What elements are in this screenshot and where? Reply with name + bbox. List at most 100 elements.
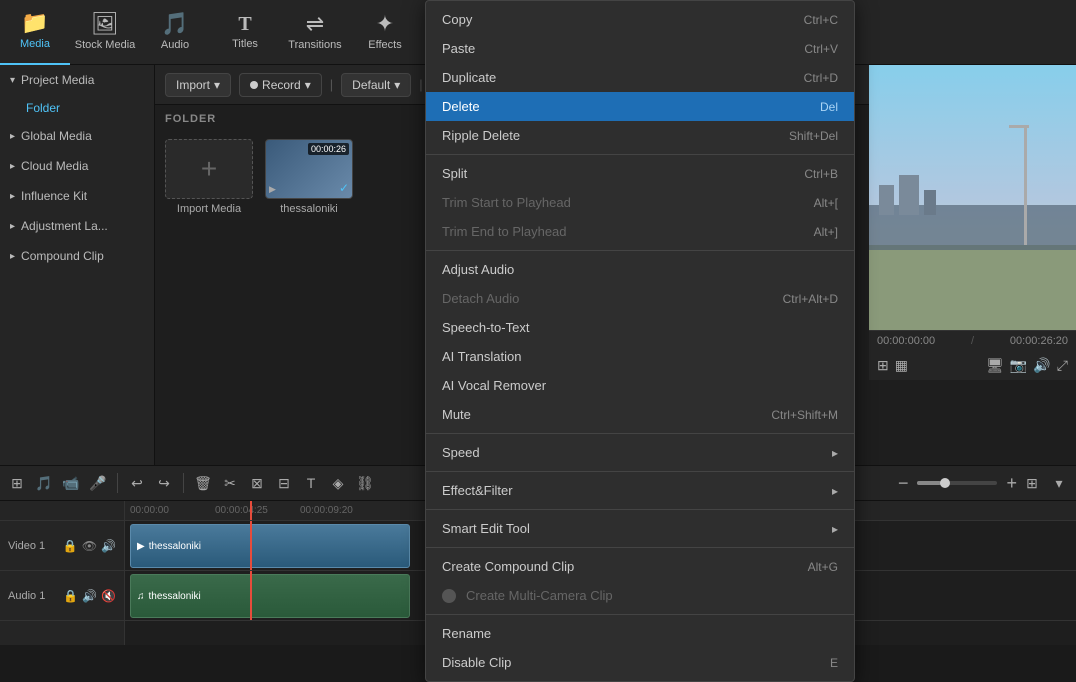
create-compound-shortcut: Alt+G xyxy=(808,560,838,574)
eye-icon[interactable]: 👁 xyxy=(82,539,97,553)
playhead-video xyxy=(250,521,252,570)
sidebar-item-project-media[interactable]: ▾ Project Media xyxy=(0,65,154,95)
disable-clip-label: Disable Clip xyxy=(442,655,511,670)
paste-shortcut: Ctrl+V xyxy=(804,42,838,56)
divider xyxy=(183,473,184,493)
context-menu-duplicate[interactable]: Duplicate Ctrl+D xyxy=(426,63,854,92)
video-clip-label: thessaloniki xyxy=(149,541,201,552)
context-menu-mute[interactable]: Mute Ctrl+Shift+M xyxy=(426,400,854,429)
video-clip[interactable]: ▶ thessaloniki xyxy=(130,524,410,568)
context-menu-paste[interactable]: Paste Ctrl+V xyxy=(426,34,854,63)
crop-icon[interactable]: ⊟ xyxy=(272,471,296,495)
ctx-divider xyxy=(426,547,854,548)
chevron-right-icon: ▸ xyxy=(10,191,15,202)
duplicate-label: Duplicate xyxy=(442,70,496,85)
import-thumb[interactable]: + xyxy=(165,139,253,199)
playhead xyxy=(250,501,252,520)
effects-label: Effects xyxy=(368,39,401,51)
delete-shortcut: Del xyxy=(820,100,838,114)
context-menu-speech-to-text[interactable]: Speech-to-Text xyxy=(426,313,854,342)
chevron-right-icon: ▸ xyxy=(10,251,15,262)
settings-icon[interactable]: ▾ xyxy=(1047,471,1071,495)
grid-icon[interactable]: ⊞ xyxy=(1020,471,1044,495)
speaker-icon[interactable]: 🔊 xyxy=(82,589,97,603)
sidebar-item-label: Cloud Media xyxy=(21,159,88,173)
transitions-icon: ⇌ xyxy=(306,13,324,35)
mute-icon[interactable]: 🔇 xyxy=(101,589,116,603)
lock-icon[interactable]: 🔒 xyxy=(63,539,78,553)
add-track-icon[interactable]: ⊞ xyxy=(5,471,29,495)
zoom-handle[interactable] xyxy=(940,478,950,488)
screenshot-icon[interactable]: 📷 xyxy=(1010,357,1027,374)
monitor-icon[interactable]: 🖥 xyxy=(986,357,1004,374)
context-menu-trim-end[interactable]: Trim End to Playhead Alt+] xyxy=(426,217,854,246)
cut-icon[interactable]: ✂ xyxy=(218,471,242,495)
text-icon[interactable]: T xyxy=(299,471,323,495)
detach-audio-label: Detach Audio xyxy=(442,291,519,306)
context-menu-ripple-delete[interactable]: Ripple Delete Shift+Del xyxy=(426,121,854,150)
add-video-icon[interactable]: 📹 xyxy=(59,471,83,495)
zoom-slider[interactable] xyxy=(917,481,997,485)
import-media-item[interactable]: + Import Media xyxy=(165,139,253,215)
ctx-divider xyxy=(426,614,854,615)
sidebar-item-cloud-media[interactable]: ▸ Cloud Media xyxy=(0,151,154,181)
redo-icon[interactable]: ↪ xyxy=(152,471,176,495)
record-button[interactable]: Record ▾ xyxy=(239,73,322,97)
sidebar-item-adjustment-layer[interactable]: ▸ Adjustment La... xyxy=(0,211,154,241)
toolbar-stock-media[interactable]: 🖼 Stock Media xyxy=(70,0,140,65)
sidebar-item-influence-kit[interactable]: ▸ Influence Kit xyxy=(0,181,154,211)
context-menu-split[interactable]: Split Ctrl+B xyxy=(426,159,854,188)
sidebar-item-compound-clip[interactable]: ▸ Compound Clip xyxy=(0,241,154,271)
playhead-audio xyxy=(250,571,252,620)
sort-dropdown[interactable]: Default ▾ xyxy=(341,73,411,97)
effects-icon: ✦ xyxy=(376,13,394,35)
undo-icon[interactable]: ↩ xyxy=(125,471,149,495)
toolbar-transitions[interactable]: ⇌ Transitions xyxy=(280,0,350,65)
import-btn-label: Import xyxy=(176,78,210,92)
import-button[interactable]: Import ▾ xyxy=(165,73,231,97)
zoom-out-icon[interactable]: − xyxy=(898,473,909,494)
context-menu-disable-clip[interactable]: Disable Clip E xyxy=(426,648,854,677)
context-menu-create-multicam[interactable]: Create Multi-Camera Clip xyxy=(426,581,854,610)
media-item-thessaloniki[interactable]: 00:00:26 ✓ ▶ thessaloniki xyxy=(265,139,353,215)
speech-to-text-label: Speech-to-Text xyxy=(442,320,529,335)
context-menu-effect-filter[interactable]: Effect&Filter ▸ xyxy=(426,476,854,505)
context-menu: Copy Ctrl+C Paste Ctrl+V Duplicate Ctrl+… xyxy=(425,0,855,682)
add-audio-icon[interactable]: 🎵 xyxy=(32,471,56,495)
zoom-in-icon[interactable]: + xyxy=(1006,473,1017,494)
ctx-divider xyxy=(426,250,854,251)
ripple-delete-shortcut: Shift+Del xyxy=(789,129,838,143)
context-menu-smart-edit[interactable]: Smart Edit Tool ▸ xyxy=(426,514,854,543)
context-menu-speed[interactable]: Speed ▸ xyxy=(426,438,854,467)
context-menu-detach-audio[interactable]: Detach Audio Ctrl+Alt+D xyxy=(426,284,854,313)
context-menu-rename[interactable]: Rename xyxy=(426,619,854,648)
marker-icon[interactable]: ◈ xyxy=(326,471,350,495)
preview-total-time: 00:00:26:20 xyxy=(1010,335,1068,347)
voice-icon[interactable]: 🎤 xyxy=(86,471,110,495)
context-menu-ai-translation[interactable]: AI Translation xyxy=(426,342,854,371)
layout-icon[interactable]: ⊞ xyxy=(877,357,889,374)
toolbar-effects[interactable]: ✦ Effects xyxy=(350,0,420,65)
link-icon[interactable]: ⛓ xyxy=(353,471,377,495)
split-icon[interactable]: ⊠ xyxy=(245,471,269,495)
toolbar-audio[interactable]: 🎵 Audio xyxy=(140,0,210,65)
stock-icon: 🖼 xyxy=(91,13,119,35)
sidebar-item-global-media[interactable]: ▸ Global Media xyxy=(0,121,154,151)
context-menu-trim-start[interactable]: Trim Start to Playhead Alt+[ xyxy=(426,188,854,217)
toolbar-media[interactable]: 📁 Media xyxy=(0,0,70,65)
fullscreen-icon[interactable]: ⤢ xyxy=(1057,357,1068,374)
lock-icon[interactable]: 🔒 xyxy=(63,589,78,603)
sidebar-item-folder[interactable]: Folder xyxy=(0,95,154,121)
media-item-label: thessaloniki xyxy=(280,203,337,215)
context-menu-delete[interactable]: Delete Del xyxy=(426,92,854,121)
toolbar-titles[interactable]: T Titles xyxy=(210,0,280,65)
audio-preview-icon[interactable]: 🔊 xyxy=(1033,357,1050,374)
context-menu-copy[interactable]: Copy Ctrl+C xyxy=(426,5,854,34)
context-menu-create-compound[interactable]: Create Compound Clip Alt+G xyxy=(426,552,854,581)
audio-clip[interactable]: ♫ thessaloniki xyxy=(130,574,410,618)
speaker-icon[interactable]: 🔊 xyxy=(101,539,116,553)
context-menu-adjust-audio[interactable]: Adjust Audio xyxy=(426,255,854,284)
delete-icon[interactable]: 🗑 xyxy=(191,471,215,495)
layout-icon2[interactable]: ▦ xyxy=(895,357,908,374)
context-menu-ai-vocal[interactable]: AI Vocal Remover xyxy=(426,371,854,400)
